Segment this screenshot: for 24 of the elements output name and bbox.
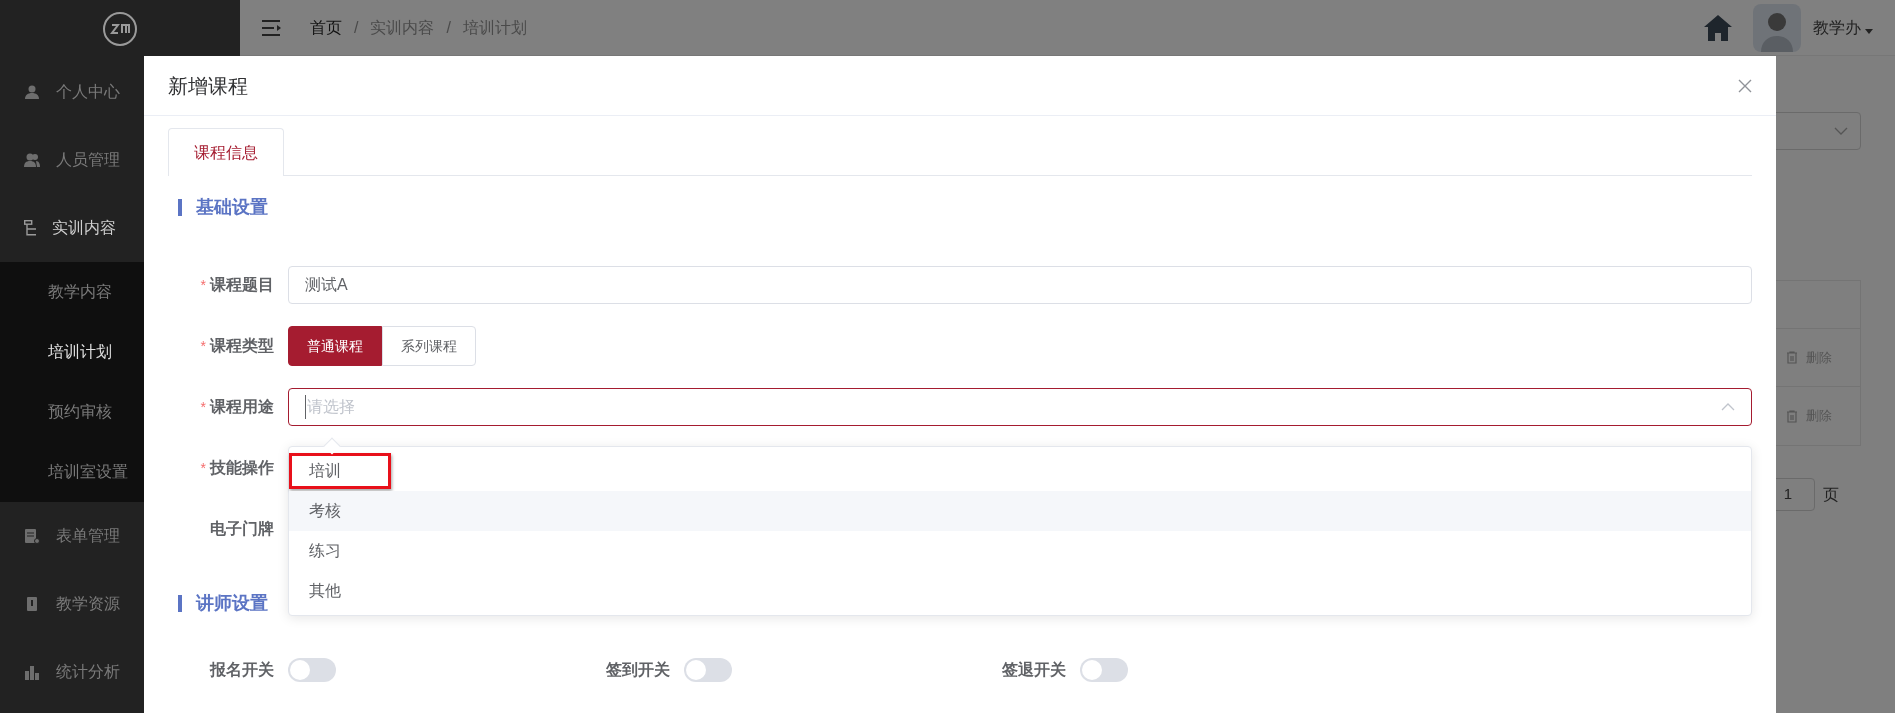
segment-button[interactable]: 系列课程 xyxy=(382,326,476,366)
user-name[interactable]: 教学办 xyxy=(1813,15,1861,40)
dropdown-option[interactable]: 培训 xyxy=(289,451,1751,491)
tab[interactable]: 课程信息 xyxy=(168,128,284,176)
dropdown-option[interactable]: 考核 xyxy=(289,491,1751,531)
switch-label: 签到开关 xyxy=(606,660,670,680)
required-mark: * xyxy=(200,275,206,295)
breadcrumb-link[interactable]: 首页 xyxy=(310,15,342,40)
breadcrumb-separator: / xyxy=(354,17,359,38)
required-mark: * xyxy=(200,458,206,478)
breadcrumb-separator: / xyxy=(446,17,451,38)
switch-label: 签退开关 xyxy=(1002,660,1066,680)
segment-button[interactable]: 普通课程 xyxy=(288,326,382,366)
required-mark: * xyxy=(200,397,206,417)
input-field[interactable]: 测试A xyxy=(288,266,1752,304)
dialog-title: 新增课程 xyxy=(168,73,248,99)
switch-label: 报名开关 xyxy=(210,660,274,680)
required-mark: * xyxy=(200,336,206,356)
field-label: 电子门牌 xyxy=(210,519,274,539)
dropdown-option[interactable]: 其他 xyxy=(289,571,1751,611)
section-title: 讲师设置 xyxy=(196,591,268,615)
dropdown-option[interactable]: 练习 xyxy=(289,531,1751,571)
page-suffix: 页 xyxy=(1823,484,1839,505)
section-title: 基础设置 xyxy=(196,195,268,219)
